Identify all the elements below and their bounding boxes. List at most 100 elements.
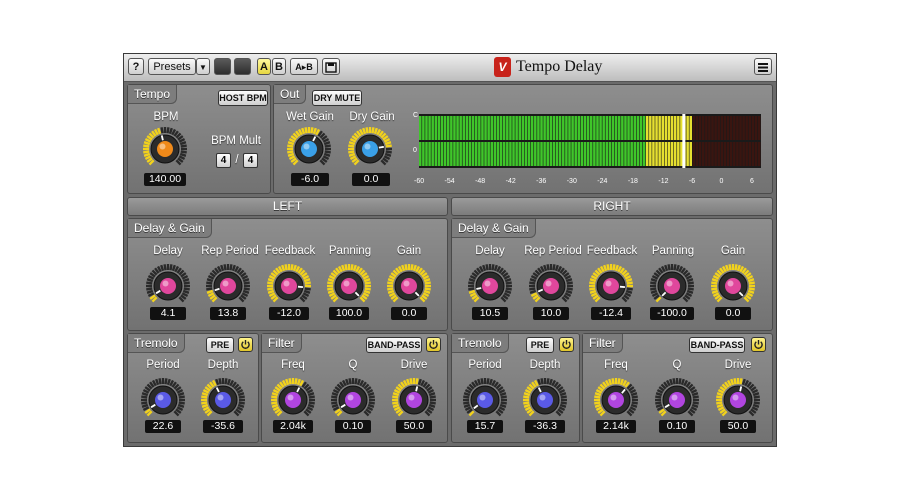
left-drive-knob[interactable] <box>390 376 438 424</box>
meter-segment <box>474 116 478 140</box>
right-depth-value[interactable]: -36.3 <box>525 420 565 433</box>
right-period-value[interactable]: 15.7 <box>467 420 503 433</box>
right-rep-period-knob[interactable] <box>527 262 575 310</box>
left-delay-value[interactable]: 4.1 <box>150 307 186 320</box>
preset-a-button[interactable]: A <box>257 58 271 75</box>
right-gain-knob[interactable] <box>709 262 757 310</box>
right-feedback-knob[interactable] <box>587 262 635 310</box>
right-drive-knob[interactable] <box>714 376 762 424</box>
left-drive-value[interactable]: 50.0 <box>396 420 432 433</box>
meter-segment <box>431 116 434 140</box>
meter-tick-label: 6 <box>750 178 754 185</box>
menu-button[interactable] <box>754 58 772 75</box>
dry-mute-button[interactable]: DRY MUTE <box>312 90 362 106</box>
knob-graphic <box>594 378 638 417</box>
meter-segment <box>543 116 546 140</box>
knob-graphic <box>271 378 315 417</box>
left-tremolo-power-button[interactable] <box>238 337 253 352</box>
right-period-knob[interactable] <box>461 376 509 424</box>
left-delay-knob[interactable] <box>144 262 192 310</box>
presets-button[interactable]: Presets <box>148 58 196 75</box>
meter-segment <box>422 116 425 140</box>
right-panning-value[interactable]: -100.0 <box>650 307 694 320</box>
copy-a-to-b-button[interactable]: A▸B <box>290 58 318 75</box>
left-filter-power-button[interactable] <box>426 337 441 352</box>
host-bpm-button[interactable]: HOST BPM <box>218 90 268 106</box>
meter-segment <box>568 116 571 140</box>
meter-segment <box>717 116 720 140</box>
meter-segment <box>499 116 503 140</box>
left-freq-knob[interactable] <box>269 376 317 424</box>
right-q-knob[interactable] <box>653 376 701 424</box>
right-gain-value[interactable]: 0.0 <box>715 307 751 320</box>
wet-gain-knob[interactable] <box>285 125 333 173</box>
left-gain-value[interactable]: 0.0 <box>391 307 427 320</box>
preset-b-button[interactable]: B <box>272 58 286 75</box>
left-freq-value[interactable]: 2.04k <box>273 420 313 433</box>
left-q-value[interactable]: 0.10 <box>335 420 371 433</box>
meter-segment <box>664 116 668 140</box>
left-rep-period-knob[interactable] <box>204 262 252 310</box>
left-panning-value[interactable]: 100.0 <box>329 307 369 320</box>
right-filter-power-button[interactable] <box>751 337 766 352</box>
left-period-value[interactable]: 22.6 <box>145 420 181 433</box>
left-feedback-value[interactable]: -12.0 <box>269 307 309 320</box>
left-gain-knob[interactable] <box>385 262 433 310</box>
meter-segment <box>580 142 584 166</box>
left-depth-value[interactable]: -35.6 <box>203 420 243 433</box>
right-q-value[interactable]: 0.10 <box>659 420 695 433</box>
right-band-pass-button[interactable]: BAND-PASS <box>689 337 745 353</box>
right-delay-value[interactable]: 10.5 <box>472 307 508 320</box>
right-freq-value[interactable]: 2.14k <box>596 420 636 433</box>
meter-segment <box>502 116 506 140</box>
left-depth-knob[interactable] <box>199 376 247 424</box>
meter-segment <box>689 142 692 166</box>
right-feedback-label: Feedback <box>586 245 638 257</box>
bpm-mult-denominator[interactable]: 4 <box>243 153 258 168</box>
right-panning-knob[interactable] <box>648 262 696 310</box>
right-delay-knob[interactable] <box>466 262 514 310</box>
meter-segment <box>558 116 562 140</box>
left-feedback-knob[interactable] <box>265 262 313 310</box>
meter-segment <box>667 142 671 166</box>
right-depth-knob[interactable] <box>521 376 569 424</box>
bpm-mult-numerator[interactable]: 4 <box>216 153 231 168</box>
meter-segment <box>742 142 745 166</box>
right-drive-value[interactable]: 50.0 <box>720 420 756 433</box>
left-rep-period-value[interactable]: 13.8 <box>210 307 246 320</box>
meter-segment <box>617 116 621 140</box>
left-band-pass-button[interactable]: BAND-PASS <box>366 337 422 353</box>
meter-segment <box>552 116 556 140</box>
meter-channel-label-1: C <box>413 112 419 119</box>
knob-graphic <box>650 264 694 303</box>
right-freq-knob[interactable] <box>592 376 640 424</box>
right-tremolo-power-button[interactable] <box>559 337 574 352</box>
help-button[interactable]: ? <box>128 58 144 75</box>
meter-segment <box>496 116 500 140</box>
knob-graphic <box>716 378 760 417</box>
left-tremolo-pre-button[interactable]: PRE <box>206 337 234 353</box>
redo-button[interactable] <box>234 58 251 75</box>
meter-segment <box>468 116 472 140</box>
power-icon <box>562 340 571 349</box>
meter-segment <box>689 116 692 140</box>
meter-segment <box>465 142 469 166</box>
left-period-knob[interactable] <box>139 376 187 424</box>
presets-dropdown-button[interactable]: ▼ <box>196 58 210 75</box>
wet-gain-value[interactable]: -6.0 <box>291 173 329 186</box>
dry-gain-value[interactable]: 0.0 <box>352 173 390 186</box>
right-feedback-value[interactable]: -12.4 <box>591 307 631 320</box>
meter-segment <box>565 116 568 140</box>
meter-segment <box>459 142 462 166</box>
dry-gain-knob[interactable] <box>346 125 394 173</box>
meter-segment <box>745 116 748 140</box>
bpm-value[interactable]: 140.00 <box>144 173 186 186</box>
left-q-knob[interactable] <box>329 376 377 424</box>
right-tremolo-pre-button[interactable]: PRE <box>526 337 554 353</box>
right-rep-period-value[interactable]: 10.0 <box>533 307 569 320</box>
save-preset-button[interactable] <box>322 58 340 75</box>
bpm-knob[interactable] <box>141 125 189 173</box>
undo-button[interactable] <box>214 58 231 75</box>
meter-segment <box>524 142 528 166</box>
left-panning-knob[interactable] <box>325 262 373 310</box>
